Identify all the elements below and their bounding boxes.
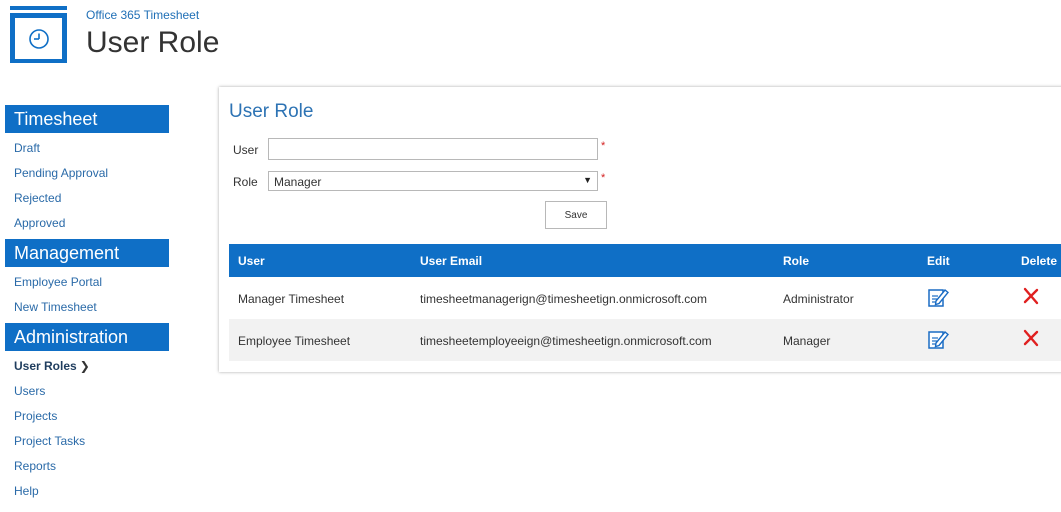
sidebar-item-draft[interactable]: Draft [5,139,170,164]
header-role: Role [783,254,810,268]
sidebar-item-projects[interactable]: Projects [5,407,170,432]
header-user: User [238,254,265,268]
sidebar-heading-administration[interactable]: Administration [5,323,169,351]
row-role: Administrator [783,292,854,306]
sidebar-item-approved[interactable]: Approved [5,214,170,239]
row-role: Manager [783,334,831,348]
chevron-right-icon: ❯ [79,359,90,373]
sidebar-item-user-roles[interactable]: User Roles ❯ [5,357,170,382]
app-logo [10,6,67,63]
header-user-email: User Email [420,254,483,268]
table-header-row: User User Email Role Edit Delete [229,244,1061,277]
sidebar-item-employee-portal[interactable]: Employee Portal [5,273,170,298]
sidebar-item-reports[interactable]: Reports [5,457,170,482]
form-title: User Role [229,101,314,122]
user-role-panel: User Role User * Role Manager ▼ * Save U… [219,87,1061,372]
edit-icon[interactable] [927,286,949,308]
sidebar-item-help[interactable]: Help [5,482,170,507]
delete-icon[interactable] [1022,287,1040,305]
save-button[interactable]: Save [545,201,607,229]
row-user: Manager Timesheet [238,292,345,306]
caret-down-icon: ▼ [583,175,592,185]
row-email: timesheetemployeeign@timesheetign.onmicr… [420,334,712,348]
role-label: Role [233,175,258,189]
sidebar-item-users[interactable]: Users [5,382,170,407]
role-required-marker: * [601,172,606,184]
page-title: User Role [86,26,220,59]
edit-icon[interactable] [927,328,949,350]
sidebar-item-pending-approval[interactable]: Pending Approval [5,164,170,189]
sidebar-item-new-timesheet[interactable]: New Timesheet [5,298,170,323]
sidebar-heading-management[interactable]: Management [5,239,169,267]
logo-inner [15,18,62,59]
sidebar-item-project-tasks[interactable]: Project Tasks [5,432,170,457]
row-email: timesheetmanagerign@timesheetign.onmicro… [420,292,707,306]
header-edit: Edit [927,254,950,268]
user-role-table: User User Email Role Edit Delete Manager… [229,244,1061,361]
sidebar-heading-timesheet[interactable]: Timesheet [5,105,169,133]
role-select[interactable]: Manager ▼ [268,171,598,191]
sidebar-item-rejected[interactable]: Rejected [5,189,170,214]
role-select-value: Manager [274,175,322,189]
header-delete: Delete [1021,254,1058,268]
user-input[interactable] [268,138,598,160]
table-row: Employee Timesheet timesheetemployeeign@… [229,319,1061,361]
sidebar: Timesheet Draft Pending Approval Rejecte… [5,105,170,507]
app-name[interactable]: Office 365 Timesheet [86,8,199,22]
clock-icon [28,28,49,49]
logo-stripe [10,10,67,13]
delete-icon[interactable] [1022,329,1040,347]
table-row: Manager Timesheet timesheetmanagerign@ti… [229,277,1061,319]
user-label: User [233,143,259,157]
sidebar-item-label: User Roles [14,359,77,373]
row-user: Employee Timesheet [238,334,351,348]
user-required-marker: * [601,140,606,152]
